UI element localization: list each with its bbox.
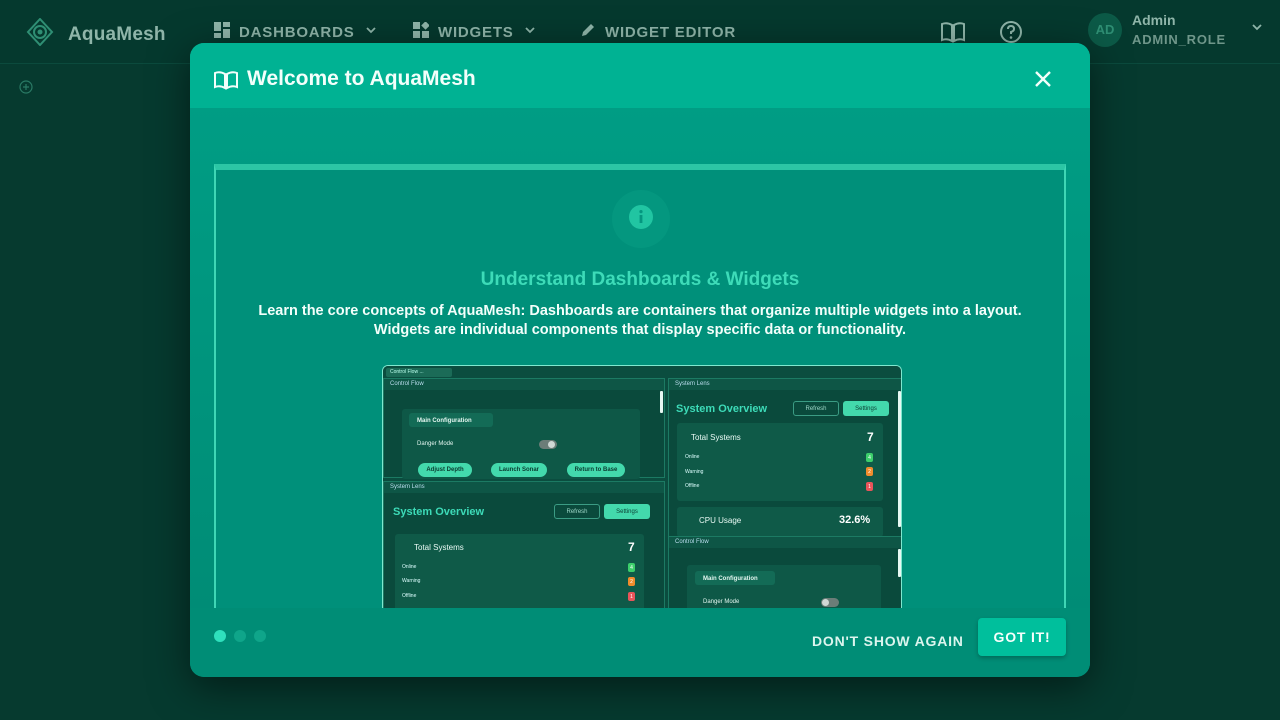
- add-circle-icon[interactable]: [19, 80, 33, 99]
- preview-cpu-value: 32.6%: [839, 514, 871, 526]
- preview-row-badge: 4: [866, 453, 873, 462]
- preview-cpu-label: CPU Usage: [699, 516, 742, 525]
- preview-heading: System Overview: [393, 506, 485, 518]
- nav-widget-editor-label: WIDGET EDITOR: [605, 23, 736, 41]
- preview-panel-title: Control Flow: [384, 379, 664, 390]
- nav-dashboards-label: DASHBOARDS: [239, 23, 355, 41]
- preview-total-value: 7: [867, 430, 874, 444]
- got-it-button[interactable]: GOT IT!: [978, 618, 1066, 656]
- app-name: AquaMesh: [68, 23, 166, 45]
- preview-panel-title: Control Flow: [669, 537, 901, 548]
- preview-section-title: Main Configuration: [703, 576, 758, 582]
- chevron-down-icon: [364, 23, 378, 41]
- preview-row-badge: 4: [628, 563, 635, 572]
- preview-row-label: Online: [402, 564, 417, 570]
- chevron-down-icon: [1250, 20, 1264, 39]
- step-title: Understand Dashboards & Widgets: [480, 269, 800, 290]
- nav-widget-editor[interactable]: WIDGET EDITOR: [580, 22, 736, 42]
- step-description: Learn the core concepts of AquaMesh: Das…: [258, 303, 1022, 338]
- close-icon[interactable]: [1034, 70, 1052, 93]
- avatar: AD: [1088, 12, 1122, 47]
- step-dot[interactable]: [234, 630, 246, 642]
- dialog-footer: DON'T SHOW AGAIN GOT IT!: [190, 608, 1090, 677]
- preview-refresh: Refresh: [554, 504, 600, 519]
- preview-section-title: Main Configuration: [417, 418, 472, 424]
- book-icon: [214, 70, 238, 95]
- dashboard-icon: [214, 22, 230, 42]
- info-icon: [628, 204, 654, 235]
- preview-total-label: Total Systems: [691, 433, 741, 442]
- preview-settings: Settings: [843, 401, 889, 416]
- logo-icon: [26, 17, 54, 51]
- preview-row-badge: 1: [866, 482, 873, 491]
- user-info: Admin ADMIN_ROLE: [1132, 12, 1226, 47]
- preview-adjust-depth: Adjust Depth: [418, 463, 472, 477]
- info-badge: [612, 190, 670, 248]
- nav-widgets[interactable]: WIDGETS: [413, 21, 537, 42]
- preview-danger-label: Danger Mode: [417, 441, 454, 447]
- pencil-icon: [580, 22, 596, 42]
- preview-total-label: Total Systems: [414, 543, 464, 552]
- welcome-dialog: Welcome to AquaMesh Understand Dashboard…: [190, 43, 1090, 677]
- preview-system-lens-panel-2: System Lens System Overview Refresh Sett…: [383, 481, 665, 615]
- dialog-title: Welcome to AquaMesh: [247, 67, 476, 90]
- step-dot[interactable]: [214, 630, 226, 642]
- preview-return-base: Return to Base: [567, 463, 625, 477]
- preview-heading: System Overview: [676, 403, 768, 415]
- dialog-header: Welcome to AquaMesh: [190, 43, 1090, 108]
- preview-row-label: Offline: [685, 483, 700, 489]
- nav-dashboards[interactable]: DASHBOARDS: [214, 22, 378, 42]
- preview-launch-sonar: Launch Sonar: [491, 463, 547, 477]
- user-name: Admin: [1132, 12, 1176, 28]
- user-role: ADMIN_ROLE: [1132, 32, 1226, 47]
- widgets-icon: [413, 21, 430, 42]
- step-content: Understand Dashboards & Widgets Learn th…: [214, 164, 1066, 615]
- user-menu[interactable]: AD Admin ADMIN_ROLE: [1088, 12, 1264, 47]
- app-logo[interactable]: AquaMesh: [26, 17, 166, 51]
- preview-row-badge: 1: [628, 592, 635, 601]
- preview-total-value: 7: [628, 540, 635, 554]
- preview-danger-label: Danger Mode: [703, 599, 740, 605]
- preview-panel-title: System Lens: [669, 379, 901, 390]
- preview-system-lens-panel: System Lens System Overview Refresh Sett…: [668, 378, 901, 538]
- step-dot[interactable]: [254, 630, 266, 642]
- nav-widgets-label: WIDGETS: [438, 23, 514, 41]
- preview-row-badge: 2: [628, 577, 635, 586]
- preview-panel-title: System Lens: [384, 482, 664, 493]
- preview-row-label: Warning: [402, 578, 421, 584]
- preview-tab-bar: Control Flow ...: [383, 366, 901, 378]
- preview-settings: Settings: [604, 504, 650, 519]
- preview-tab-label: Control Flow ...: [390, 369, 424, 375]
- preview-control-flow-panel-2: Control Flow Main Configuration Danger M…: [668, 536, 901, 615]
- dont-show-again-button[interactable]: DON'T SHOW AGAIN: [810, 627, 966, 655]
- preview-row-label: Online: [685, 454, 700, 460]
- preview-control-flow-panel: Control Flow Main Configuration Danger M…: [383, 378, 665, 479]
- preview-row-label: Warning: [685, 469, 704, 475]
- chevron-down-icon: [523, 23, 537, 41]
- preview-row-badge: 2: [866, 467, 873, 476]
- preview-row-label: Offline: [402, 593, 417, 599]
- preview-refresh: Refresh: [793, 401, 839, 416]
- dashboard-preview-image: Control Flow ... Control Flow Main Confi…: [382, 365, 902, 615]
- step-indicator: [214, 630, 266, 642]
